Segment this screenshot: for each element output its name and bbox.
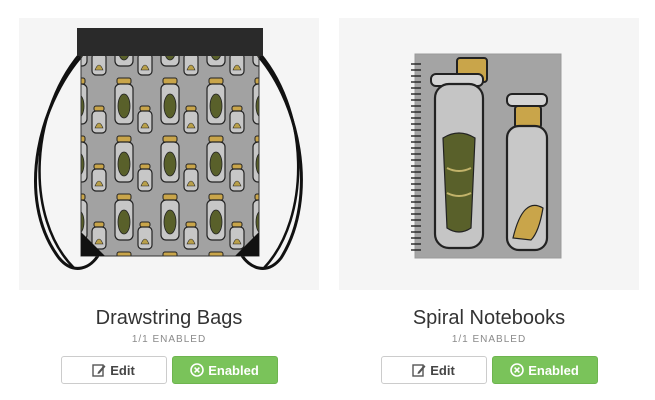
product-title: Drawstring Bags [95,307,243,329]
card-actions: Edit Enabled [339,356,639,384]
product-card-spiral-notebooks: Spiral Notebooks 1/1 ENABLED Edit Enable… [339,18,639,384]
spiral-notebook-illustration [411,53,562,259]
edit-button-label: Edit [110,362,135,378]
edit-icon [412,363,426,377]
enabled-count: 1/1 ENABLED [131,334,207,345]
edit-button-label: Edit [430,362,455,378]
product-card-drawstring-bags: Drawstring Bags 1/1 ENABLED Edit Enabled [19,18,319,384]
card-actions: Edit Enabled [19,356,319,384]
product-title: Spiral Notebooks [412,307,566,329]
enabled-button-label: Enabled [208,362,259,378]
close-circle-icon [510,363,525,377]
drawstring-bag-image[interactable] [19,18,319,290]
enabled-toggle-button[interactable]: Enabled [491,356,598,384]
edit-icon [92,363,106,377]
close-circle-icon [190,363,205,377]
enabled-count: 1/1 ENABLED [451,334,527,345]
edit-button[interactable]: Edit [380,356,487,384]
enabled-button-label: Enabled [528,362,579,378]
drawstring-bag-illustration [34,28,303,270]
spiral-notebook-image[interactable] [339,18,639,290]
edit-button[interactable]: Edit [60,356,167,384]
enabled-toggle-button[interactable]: Enabled [171,356,278,384]
